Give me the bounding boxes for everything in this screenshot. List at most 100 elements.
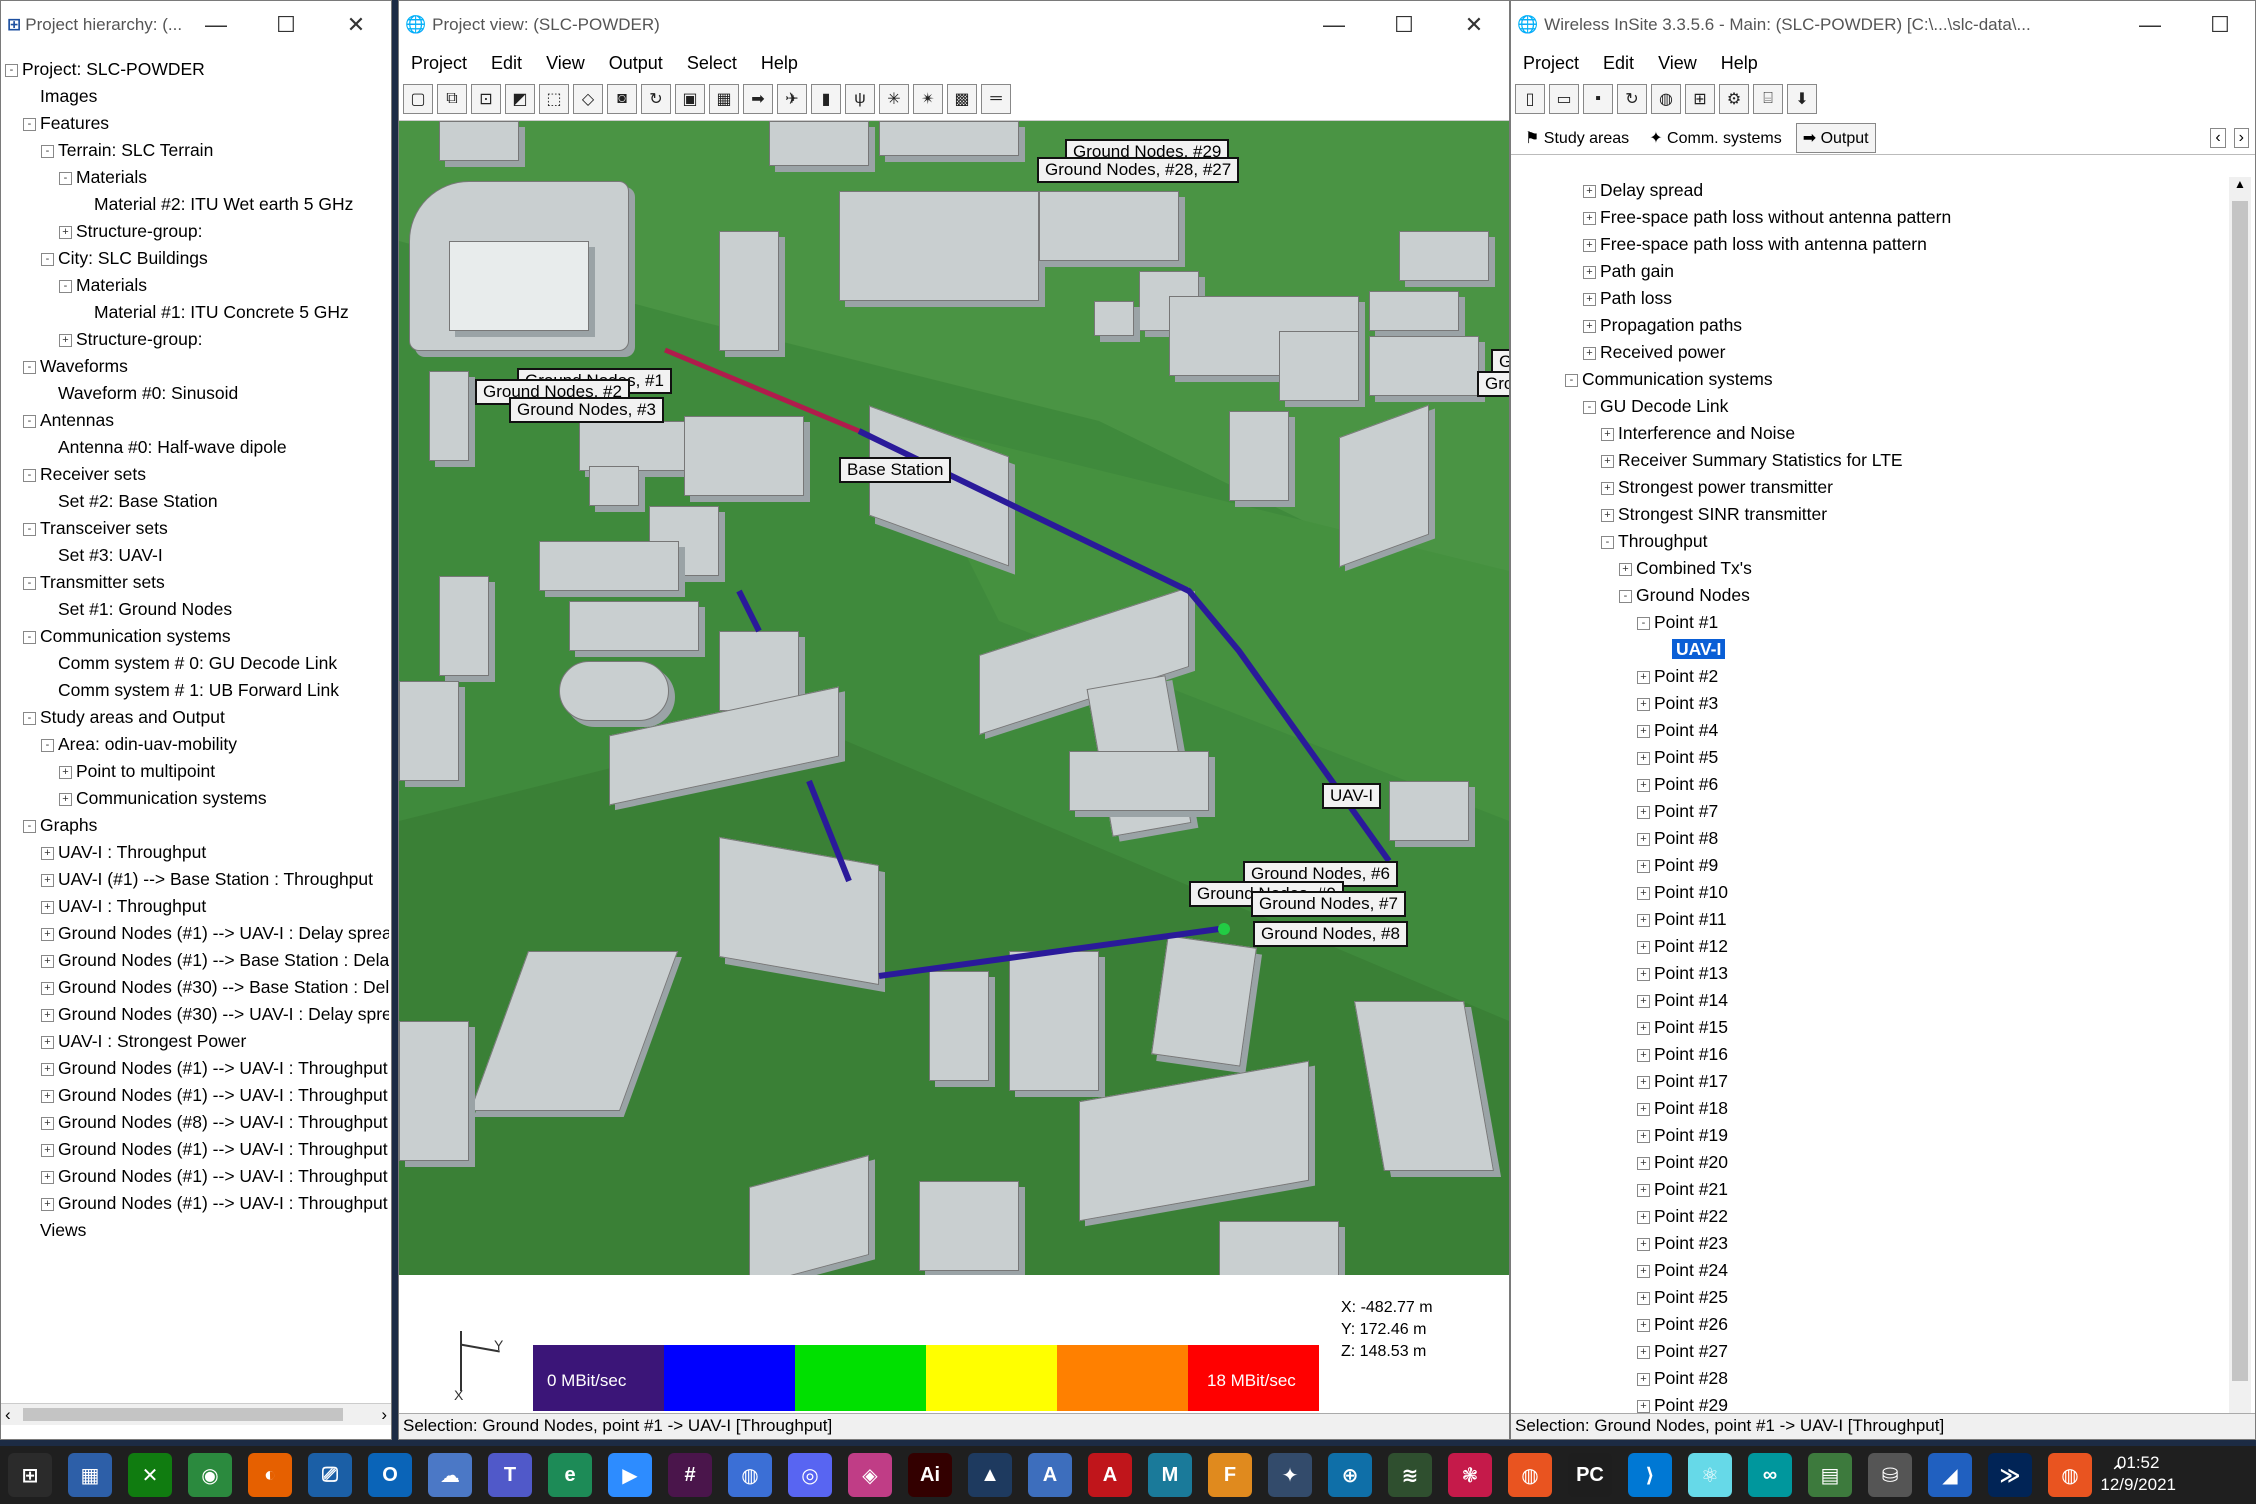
tree-node[interactable]: + Point #25 — [1531, 1284, 2211, 1311]
tree-node[interactable]: - Features — [5, 110, 389, 137]
acrobat-icon[interactable]: A — [1088, 1453, 1132, 1497]
tree-node[interactable]: + Point to multipoint — [5, 758, 389, 785]
powershell-icon[interactable]: ≫ — [1988, 1453, 2032, 1497]
plane-icon[interactable]: ✈ — [777, 83, 807, 114]
expand-icon[interactable]: + — [41, 1035, 54, 1049]
refresh-icon[interactable]: ↻ — [1617, 84, 1647, 114]
tree-node[interactable]: + Point #12 — [1531, 933, 2211, 960]
expand-icon[interactable]: + — [41, 1062, 54, 1076]
collapse-icon[interactable]: - — [41, 144, 54, 158]
chrome-icon[interactable]: ◉ — [188, 1453, 232, 1497]
tree-node[interactable]: - Communication systems — [1531, 366, 2211, 393]
view-box-icon[interactable]: ▢ — [403, 83, 433, 114]
remote-icon[interactable]: ⎚ — [308, 1453, 352, 1497]
expand-icon[interactable]: + — [41, 1143, 54, 1157]
tree-node[interactable]: + Point #14 — [1531, 987, 2211, 1014]
tree-node[interactable]: + Point #6 — [1531, 771, 2211, 798]
tree-node[interactable]: - City: SLC Buildings — [5, 245, 389, 272]
menu-edit[interactable]: Edit — [479, 53, 534, 74]
expand-icon[interactable]: + — [1637, 1399, 1650, 1413]
maximize-button[interactable]: ☐ — [251, 12, 321, 38]
tree-node[interactable]: + Point #23 — [1531, 1230, 2211, 1257]
tree-node[interactable]: + Structure-group: — [5, 326, 389, 353]
tree-node[interactable]: Comm system # 0: GU Decode Link — [5, 650, 389, 677]
tree-node[interactable]: + Receiver Summary Statistics for LTE — [1531, 447, 2211, 474]
expand-icon[interactable]: + — [1637, 1102, 1650, 1116]
tree-node[interactable]: Set #2: Base Station — [5, 488, 389, 515]
tree-node[interactable]: Views — [5, 1217, 389, 1244]
tree-node[interactable]: + Ground Nodes (#1) --> UAV-I : Throughpu… — [5, 1163, 389, 1190]
tree-node[interactable]: + Point #5 — [1531, 744, 2211, 771]
expand-icon[interactable]: + — [1601, 427, 1614, 441]
tree-node[interactable]: + Point #17 — [1531, 1068, 2211, 1095]
tree-node[interactable]: + UAV-I : Strongest Power — [5, 1028, 389, 1055]
expand-icon[interactable]: + — [1637, 778, 1650, 792]
label-ground-nodes-8[interactable]: Ground Nodes, #8 — [1253, 921, 1408, 947]
tx-icon[interactable]: ✳ — [879, 83, 909, 114]
label-ground-nodes-7[interactable]: Ground Nodes, #7 — [1251, 891, 1406, 917]
expand-icon[interactable]: + — [1637, 940, 1650, 954]
expand-icon[interactable]: + — [1637, 1129, 1650, 1143]
tree-node[interactable]: + Ground Nodes (#1) --> UAV-I : Throughpu… — [5, 1055, 389, 1082]
fusion-icon[interactable]: F — [1208, 1453, 1252, 1497]
expand-icon[interactable]: + — [41, 1170, 54, 1184]
tree-node[interactable]: Set #3: UAV-I — [5, 542, 389, 569]
tree-node[interactable]: + Point #28 — [1531, 1365, 2211, 1392]
tree-node[interactable]: Material #2: ITU Wet earth 5 GHz — [5, 191, 389, 218]
tree-node[interactable]: + Ground Nodes (#8) --> UAV-I : Throughpu… — [5, 1109, 389, 1136]
tree-node[interactable]: + Point #3 — [1531, 690, 2211, 717]
cad-icon[interactable]: ✦ — [1268, 1453, 1312, 1497]
chat-icon[interactable]: ◍ — [728, 1453, 772, 1497]
collapse-icon[interactable]: - — [59, 279, 72, 293]
plugin-icon[interactable]: ⚙ — [1719, 84, 1749, 114]
illustrator-icon[interactable]: Ai — [908, 1453, 952, 1497]
tree-node[interactable]: + Point #10 — [1531, 879, 2211, 906]
network-icon[interactable]: ⊕ — [1328, 1453, 1372, 1497]
tree-node[interactable]: - Materials — [5, 164, 389, 191]
scroll-up-icon[interactable]: ▲ — [2234, 177, 2246, 191]
expand-icon[interactable]: + — [41, 927, 54, 941]
expand-icon[interactable]: + — [1637, 1264, 1650, 1278]
vpn-icon[interactable]: ▲ — [968, 1453, 1012, 1497]
grid-icon[interactable]: ▦ — [709, 83, 739, 114]
collapse-icon[interactable]: - — [23, 576, 36, 590]
minimize-button[interactable]: — — [2115, 12, 2185, 38]
expand-icon[interactable]: + — [59, 765, 72, 779]
tree-node[interactable]: - Communication systems — [5, 623, 389, 650]
scroll-left-icon[interactable]: ‹ — [5, 1405, 11, 1425]
tree-node[interactable]: + Ground Nodes (#30) --> Base Station : D… — [5, 974, 389, 1001]
tab-study-areas[interactable]: ⚑ Study areas — [1519, 124, 1635, 152]
tree-node[interactable]: + Path gain — [1531, 258, 2211, 285]
database-icon[interactable]: ⛁ — [1868, 1453, 1912, 1497]
photos-icon[interactable]: ◈ — [848, 1453, 892, 1497]
tree-node[interactable]: UAV-I — [1531, 636, 2211, 663]
maximize-button[interactable]: ☐ — [2185, 12, 2255, 38]
collapse-icon[interactable]: - — [23, 522, 36, 536]
matlab-icon[interactable]: M — [1148, 1453, 1192, 1497]
tree-node[interactable]: + UAV-I : Throughput — [5, 839, 389, 866]
outlook-icon[interactable]: O — [368, 1453, 412, 1497]
scroll-thumb[interactable] — [23, 1408, 343, 1421]
expand-icon[interactable]: + — [1601, 481, 1614, 495]
label-ground-nodes-right-2[interactable]: Gro — [1477, 371, 1509, 397]
arduino-icon[interactable]: ∞ — [1748, 1453, 1792, 1497]
expand-icon[interactable]: + — [1637, 1156, 1650, 1170]
tree-node[interactable]: Material #1: ITU Concrete 5 GHz — [5, 299, 389, 326]
tree-node[interactable]: + Point #29 — [1531, 1392, 2211, 1413]
tree-node[interactable]: + Structure-group: — [5, 218, 389, 245]
menu-select[interactable]: Select — [675, 53, 749, 74]
menu-view[interactable]: View — [1646, 53, 1709, 74]
camera-icon[interactable]: ◙ — [607, 83, 637, 114]
tree-node[interactable]: + Path loss — [1531, 285, 2211, 312]
tree-node[interactable]: + Point #9 — [1531, 852, 2211, 879]
expand-icon[interactable]: + — [1601, 508, 1614, 522]
collapse-icon[interactable]: - — [41, 252, 54, 266]
expand-icon[interactable]: + — [1583, 211, 1596, 225]
expand-icon[interactable]: + — [1637, 751, 1650, 765]
label-base-station[interactable]: Base Station — [839, 457, 952, 483]
expand-icon[interactable]: + — [41, 981, 54, 995]
tree-node[interactable]: - Transmitter sets — [5, 569, 389, 596]
start-icon[interactable]: ⊞ — [8, 1453, 52, 1497]
expand-icon[interactable]: + — [1637, 805, 1650, 819]
expand-icon[interactable]: + — [1583, 184, 1596, 198]
